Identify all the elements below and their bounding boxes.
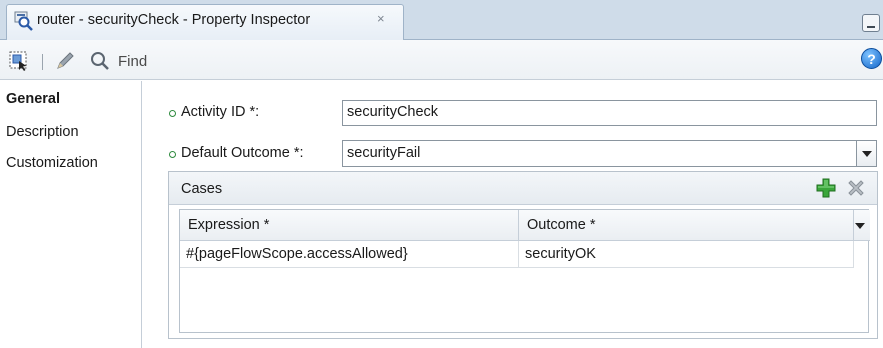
- activity-id-label: Activity ID *:: [181, 104, 260, 120]
- table-cell-expression[interactable]: #{pageFlowScope.accessAllowed}: [180, 241, 519, 268]
- tab-strip: router - securityCheck - Property Inspec…: [0, 0, 883, 40]
- default-outcome-value: securityFail: [347, 145, 421, 161]
- help-icon[interactable]: ?: [861, 48, 882, 69]
- cases-title: Cases: [181, 181, 223, 197]
- table-cell-outcome[interactable]: securityOK: [519, 241, 854, 268]
- tab-property-inspector[interactable]: router - securityCheck - Property Inspec…: [6, 4, 404, 40]
- toolbar: [0, 40, 883, 80]
- column-menu-icon[interactable]: [854, 210, 870, 241]
- sidebar-item-customization[interactable]: Customization: [6, 155, 98, 171]
- cases-panel: Cases Expression * Outcome * #{pageFlowS…: [168, 171, 878, 339]
- minimize-button[interactable]: [862, 14, 880, 32]
- sidebar: General Description Customization: [0, 81, 142, 348]
- default-outcome-label: Default Outcome *:: [181, 145, 304, 161]
- sidebar-item-description[interactable]: Description: [6, 124, 79, 140]
- select-tool-icon[interactable]: [8, 50, 30, 72]
- search-box[interactable]: [88, 47, 858, 75]
- pencil-icon[interactable]: [54, 50, 76, 72]
- chevron-down-icon[interactable]: [856, 141, 876, 166]
- search-icon: [88, 49, 112, 73]
- activity-id-field[interactable]: securityCheck: [342, 100, 877, 126]
- required-indicator-icon: [169, 110, 176, 117]
- toolbar-separator: [42, 54, 43, 70]
- sidebar-item-general[interactable]: General: [6, 91, 60, 107]
- default-outcome-select[interactable]: securityFail: [342, 140, 877, 167]
- cases-table: Expression * Outcome * #{pageFlowScope.a…: [179, 209, 870, 333]
- search-input[interactable]: [114, 48, 854, 74]
- required-indicator-icon: [169, 151, 176, 158]
- column-header-expression[interactable]: Expression *: [180, 210, 519, 241]
- cases-header: Cases: [169, 172, 877, 205]
- router-icon: [13, 9, 35, 31]
- add-icon[interactable]: [815, 177, 837, 199]
- close-icon[interactable]: ×: [377, 11, 385, 26]
- column-header-outcome[interactable]: Outcome *: [519, 210, 854, 241]
- remove-icon[interactable]: [845, 177, 867, 199]
- tab-title: router - securityCheck - Property Inspec…: [37, 12, 311, 28]
